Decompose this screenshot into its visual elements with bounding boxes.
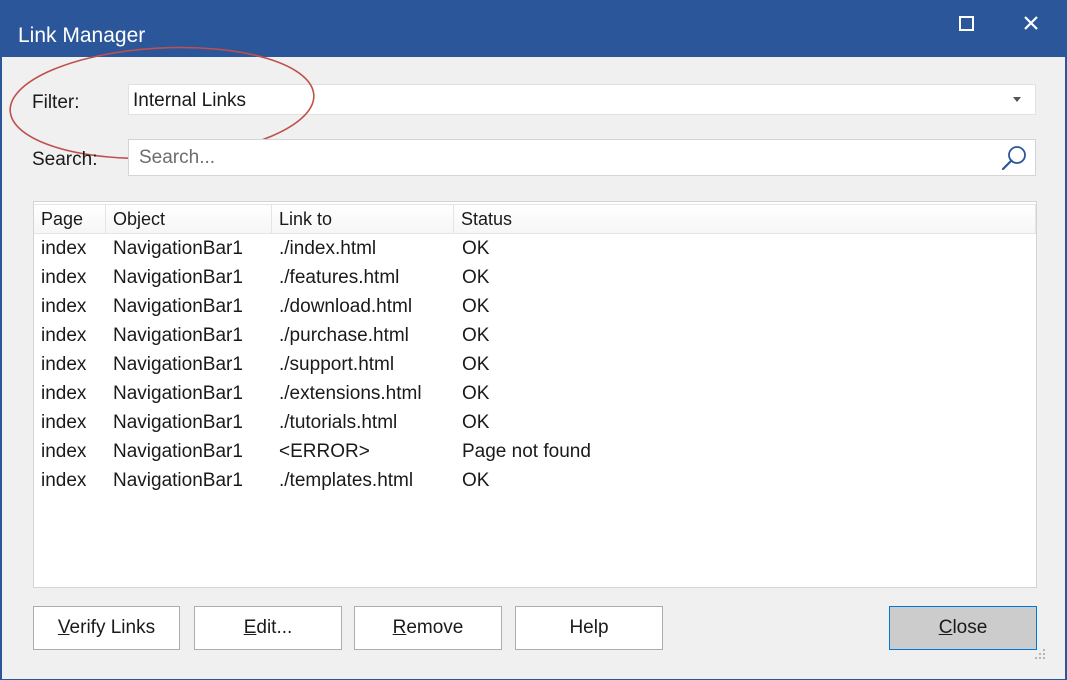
search-label: Search:: [32, 149, 98, 170]
table-row[interactable]: index NavigationBar1 <ERROR> Page not fo…: [34, 438, 1036, 467]
table-body: index NavigationBar1 ./index.html OK ind…: [34, 235, 1036, 496]
table-row[interactable]: index NavigationBar1 ./extensions.html O…: [34, 380, 1036, 409]
close-window-button[interactable]: [1005, 1, 1057, 45]
cell-link-to: ./download.html: [279, 296, 413, 317]
cell-page: index: [41, 441, 87, 462]
cell-link-to: <ERROR>: [279, 441, 370, 462]
cell-page: index: [41, 267, 87, 288]
search-input[interactable]: [139, 145, 979, 170]
search-box[interactable]: [128, 139, 1036, 176]
maximize-button[interactable]: [940, 1, 992, 45]
help-button[interactable]: Help: [515, 606, 663, 650]
close-icon: [1023, 15, 1039, 31]
help-label: Help: [569, 617, 609, 638]
close-button[interactable]: Close: [889, 606, 1037, 650]
cell-page: index: [41, 296, 87, 317]
cell-status: OK: [462, 354, 490, 375]
verify-links-label: Verify Links: [57, 617, 156, 638]
dialog-title: Link Manager: [18, 24, 146, 47]
cell-object: NavigationBar1: [113, 325, 243, 346]
cell-status: OK: [462, 412, 490, 433]
cell-link-to: ./features.html: [279, 267, 400, 288]
cell-link-to: ./purchase.html: [279, 325, 409, 346]
cell-object: NavigationBar1: [113, 470, 243, 491]
table-row[interactable]: index NavigationBar1 ./purchase.html OK: [34, 322, 1036, 351]
title-bar[interactable]: Link Manager: [2, 1, 1065, 57]
verify-links-button[interactable]: Verify Links: [33, 606, 180, 650]
table-row[interactable]: index NavigationBar1 ./support.html OK: [34, 351, 1036, 380]
cell-object: NavigationBar1: [113, 441, 243, 462]
cell-link-to: ./tutorials.html: [279, 412, 398, 433]
filter-dropdown[interactable]: Internal Links: [128, 84, 1036, 115]
links-table[interactable]: Page Object Link to Status index Navigat…: [33, 201, 1037, 588]
table-row[interactable]: index NavigationBar1 ./tutorials.html OK: [34, 409, 1036, 438]
cell-status: OK: [462, 470, 490, 491]
cell-link-to: ./extensions.html: [279, 383, 422, 404]
edit-button[interactable]: Edit...: [194, 606, 342, 650]
remove-label: Remove: [392, 617, 464, 638]
column-header-link-to[interactable]: Link to: [272, 204, 454, 234]
table-row[interactable]: index NavigationBar1 ./index.html OK: [34, 235, 1036, 264]
cell-object: NavigationBar1: [113, 383, 243, 404]
remove-button[interactable]: Remove: [354, 606, 502, 650]
resize-grip-icon[interactable]: [1032, 646, 1048, 662]
cell-status: OK: [462, 267, 490, 288]
filter-label: Filter:: [32, 92, 80, 113]
cell-page: index: [41, 325, 87, 346]
cell-page: index: [41, 238, 87, 259]
filter-selected-value: Internal Links: [133, 90, 247, 111]
cell-object: NavigationBar1: [113, 238, 243, 259]
cell-link-to: ./support.html: [279, 354, 395, 375]
table-row[interactable]: index NavigationBar1 ./templates.html OK: [34, 467, 1036, 496]
cell-status: Page not found: [462, 441, 591, 462]
cell-page: index: [41, 383, 87, 404]
search-icon[interactable]: [999, 143, 1029, 178]
table-row[interactable]: index NavigationBar1 ./download.html OK: [34, 293, 1036, 322]
edit-label: Edit...: [243, 617, 293, 638]
cell-status: OK: [462, 296, 490, 317]
column-header-page[interactable]: Page: [34, 204, 106, 234]
cell-object: NavigationBar1: [113, 412, 243, 433]
chevron-down-icon: [1013, 97, 1021, 102]
cell-status: OK: [462, 238, 490, 259]
cell-page: index: [41, 470, 87, 491]
cell-object: NavigationBar1: [113, 296, 243, 317]
cell-object: NavigationBar1: [113, 354, 243, 375]
cell-page: index: [41, 354, 87, 375]
table-row[interactable]: index NavigationBar1 ./features.html OK: [34, 264, 1036, 293]
cell-page: index: [41, 412, 87, 433]
cell-link-to: ./index.html: [279, 238, 377, 259]
cell-object: NavigationBar1: [113, 267, 243, 288]
cell-status: OK: [462, 325, 490, 346]
maximize-icon: [958, 15, 974, 31]
column-header-status[interactable]: Status: [454, 204, 1036, 234]
cell-link-to: ./templates.html: [279, 470, 414, 491]
column-header-object[interactable]: Object: [106, 204, 272, 234]
cell-status: OK: [462, 383, 490, 404]
close-label: Close: [938, 617, 988, 638]
table-header: Page Object Link to Status: [34, 202, 1036, 234]
link-manager-dialog: Link Manager Filter: Internal Links Sear…: [0, 0, 1067, 680]
